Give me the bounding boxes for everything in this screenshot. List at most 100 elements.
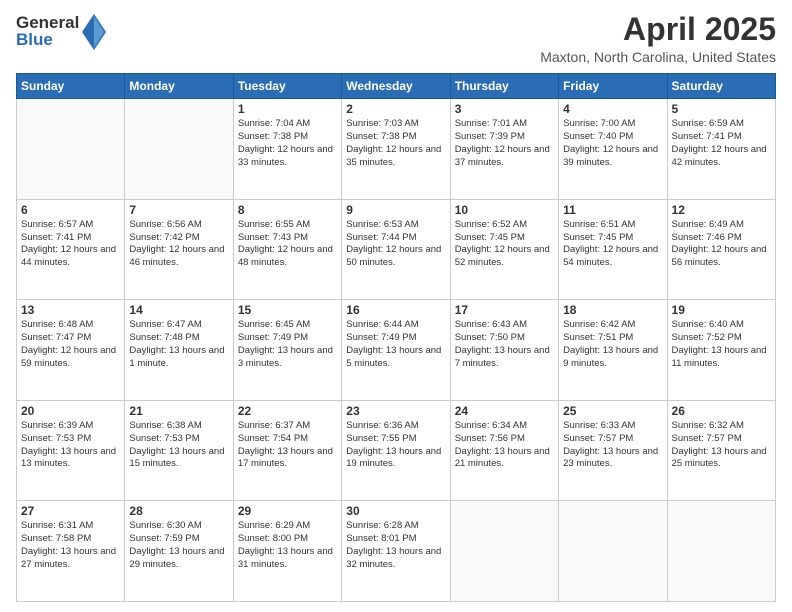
day-number: 30 — [346, 504, 445, 518]
day-number: 12 — [672, 203, 771, 217]
day-info: Sunrise: 6:44 AM Sunset: 7:49 PM Dayligh… — [346, 319, 445, 370]
day-number: 26 — [672, 404, 771, 418]
day-info: Sunrise: 6:56 AM Sunset: 7:42 PM Dayligh… — [129, 219, 228, 270]
day-info: Sunrise: 6:45 AM Sunset: 7:49 PM Dayligh… — [238, 319, 337, 370]
calendar-cell: 25 Sunrise: 6:33 AM Sunset: 7:57 PM Dayli… — [559, 400, 667, 501]
calendar-cell: 22 Sunrise: 6:37 AM Sunset: 7:54 PM Dayli… — [233, 400, 341, 501]
calendar-week-2: 6 Sunrise: 6:57 AM Sunset: 7:41 PM Daylig… — [17, 199, 776, 300]
day-info: Sunrise: 6:29 AM Sunset: 8:00 PM Dayligh… — [238, 520, 337, 571]
calendar-cell — [559, 501, 667, 602]
day-info: Sunrise: 6:53 AM Sunset: 7:44 PM Dayligh… — [346, 219, 445, 270]
calendar-cell: 6 Sunrise: 6:57 AM Sunset: 7:41 PM Daylig… — [17, 199, 125, 300]
day-number: 15 — [238, 303, 337, 317]
day-number: 14 — [129, 303, 228, 317]
calendar-cell: 1 Sunrise: 7:04 AM Sunset: 7:38 PM Daylig… — [233, 99, 341, 200]
calendar-cell: 24Sunrise: 6:34 AM Sunset: 7:56 PM Dayli… — [450, 400, 558, 501]
day-number: 18 — [563, 303, 662, 317]
calendar-cell: 30 Sunrise: 6:28 AM Sunset: 8:01 PM Dayli… — [342, 501, 450, 602]
calendar-header-monday: Monday — [125, 74, 233, 99]
day-info: Sunrise: 7:03 AM Sunset: 7:38 PM Dayligh… — [346, 118, 445, 169]
calendar-header-friday: Friday — [559, 74, 667, 99]
calendar-cell: 2 Sunrise: 7:03 AM Sunset: 7:38 PM Daylig… — [342, 99, 450, 200]
day-info: Sunrise: 6:36 AM Sunset: 7:55 PM Dayligh… — [346, 420, 445, 471]
calendar-cell: 29Sunrise: 6:29 AM Sunset: 8:00 PM Dayli… — [233, 501, 341, 602]
calendar-cell: 18Sunrise: 6:42 AM Sunset: 7:51 PM Dayli… — [559, 300, 667, 401]
calendar-cell: 21Sunrise: 6:38 AM Sunset: 7:53 PM Dayli… — [125, 400, 233, 501]
calendar-cell: 19Sunrise: 6:40 AM Sunset: 7:52 PM Dayli… — [667, 300, 775, 401]
calendar-cell — [667, 501, 775, 602]
day-number: 8 — [238, 203, 337, 217]
day-number: 1 — [238, 102, 337, 116]
calendar-header-row: SundayMondayTuesdayWednesdayThursdayFrid… — [17, 74, 776, 99]
day-number: 23 — [346, 404, 445, 418]
calendar-table: SundayMondayTuesdayWednesdayThursdayFrid… — [16, 73, 776, 602]
calendar-cell: 10 Sunrise: 6:52 AM Sunset: 7:45 PM Dayli… — [450, 199, 558, 300]
logo: General Blue — [16, 12, 106, 50]
day-number: 20 — [21, 404, 120, 418]
day-info: Sunrise: 6:39 AM Sunset: 7:53 PM Dayligh… — [21, 420, 120, 471]
calendar-cell: 17Sunrise: 6:43 AM Sunset: 7:50 PM Dayli… — [450, 300, 558, 401]
day-number: 5 — [672, 102, 771, 116]
logo-general: General — [16, 14, 79, 31]
day-info: Sunrise: 6:59 AM Sunset: 7:41 PM Dayligh… — [672, 118, 771, 169]
calendar-cell — [125, 99, 233, 200]
calendar-cell: 15 Sunrise: 6:45 AM Sunset: 7:49 PM Dayli… — [233, 300, 341, 401]
day-info: Sunrise: 6:49 AM Sunset: 7:46 PM Dayligh… — [672, 219, 771, 270]
day-number: 10 — [455, 203, 554, 217]
calendar-header-saturday: Saturday — [667, 74, 775, 99]
day-number: 25 — [563, 404, 662, 418]
day-number: 13 — [21, 303, 120, 317]
day-info: Sunrise: 6:52 AM Sunset: 7:45 PM Dayligh… — [455, 219, 554, 270]
calendar-cell: 12 Sunrise: 6:49 AM Sunset: 7:46 PM Dayli… — [667, 199, 775, 300]
calendar-header-thursday: Thursday — [450, 74, 558, 99]
calendar-cell: 28 Sunrise: 6:30 AM Sunset: 7:59 PM Dayli… — [125, 501, 233, 602]
logo-icon — [82, 14, 106, 50]
calendar-cell — [17, 99, 125, 200]
day-info: Sunrise: 7:01 AM Sunset: 7:39 PM Dayligh… — [455, 118, 554, 169]
calendar-cell — [450, 501, 558, 602]
day-number: 9 — [346, 203, 445, 217]
calendar-cell: 27 Sunrise: 6:31 AM Sunset: 7:58 PM Dayli… — [17, 501, 125, 602]
day-number: 16 — [346, 303, 445, 317]
calendar-week-1: 1 Sunrise: 7:04 AM Sunset: 7:38 PM Daylig… — [17, 99, 776, 200]
day-number: 3 — [455, 102, 554, 116]
day-info: Sunrise: 6:38 AM Sunset: 7:53 PM Dayligh… — [129, 420, 228, 471]
day-number: 22 — [238, 404, 337, 418]
day-info: Sunrise: 6:43 AM Sunset: 7:50 PM Dayligh… — [455, 319, 554, 370]
calendar-week-3: 13Sunrise: 6:48 AM Sunset: 7:47 PM Dayli… — [17, 300, 776, 401]
day-info: Sunrise: 6:55 AM Sunset: 7:43 PM Dayligh… — [238, 219, 337, 270]
calendar-subtitle: Maxton, North Carolina, United States — [540, 49, 776, 65]
page: General Blue April 2025 Maxton, North Ca… — [0, 0, 792, 612]
day-info: Sunrise: 6:30 AM Sunset: 7:59 PM Dayligh… — [129, 520, 228, 571]
title-area: April 2025 Maxton, North Carolina, Unite… — [540, 12, 776, 65]
day-number: 28 — [129, 504, 228, 518]
calendar-week-5: 27 Sunrise: 6:31 AM Sunset: 7:58 PM Dayli… — [17, 501, 776, 602]
calendar-cell: 13Sunrise: 6:48 AM Sunset: 7:47 PM Dayli… — [17, 300, 125, 401]
calendar-cell: 20 Sunrise: 6:39 AM Sunset: 7:53 PM Dayli… — [17, 400, 125, 501]
calendar-header-sunday: Sunday — [17, 74, 125, 99]
day-number: 2 — [346, 102, 445, 116]
calendar-header-wednesday: Wednesday — [342, 74, 450, 99]
day-info: Sunrise: 6:33 AM Sunset: 7:57 PM Dayligh… — [563, 420, 662, 471]
day-number: 27 — [21, 504, 120, 518]
day-number: 6 — [21, 203, 120, 217]
day-info: Sunrise: 6:28 AM Sunset: 8:01 PM Dayligh… — [346, 520, 445, 571]
logo-blue: Blue — [16, 31, 79, 48]
day-info: Sunrise: 6:57 AM Sunset: 7:41 PM Dayligh… — [21, 219, 120, 270]
calendar-title: April 2025 — [540, 12, 776, 47]
calendar-cell: 8 Sunrise: 6:55 AM Sunset: 7:43 PM Daylig… — [233, 199, 341, 300]
day-number: 11 — [563, 203, 662, 217]
day-number: 4 — [563, 102, 662, 116]
day-number: 19 — [672, 303, 771, 317]
day-info: Sunrise: 7:04 AM Sunset: 7:38 PM Dayligh… — [238, 118, 337, 169]
day-number: 7 — [129, 203, 228, 217]
calendar-header-tuesday: Tuesday — [233, 74, 341, 99]
day-number: 24 — [455, 404, 554, 418]
day-info: Sunrise: 6:31 AM Sunset: 7:58 PM Dayligh… — [21, 520, 120, 571]
day-info: Sunrise: 6:51 AM Sunset: 7:45 PM Dayligh… — [563, 219, 662, 270]
day-info: Sunrise: 6:37 AM Sunset: 7:54 PM Dayligh… — [238, 420, 337, 471]
calendar-cell: 7 Sunrise: 6:56 AM Sunset: 7:42 PM Daylig… — [125, 199, 233, 300]
day-info: Sunrise: 7:00 AM Sunset: 7:40 PM Dayligh… — [563, 118, 662, 169]
calendar-week-4: 20 Sunrise: 6:39 AM Sunset: 7:53 PM Dayli… — [17, 400, 776, 501]
header: General Blue April 2025 Maxton, North Ca… — [16, 12, 776, 65]
